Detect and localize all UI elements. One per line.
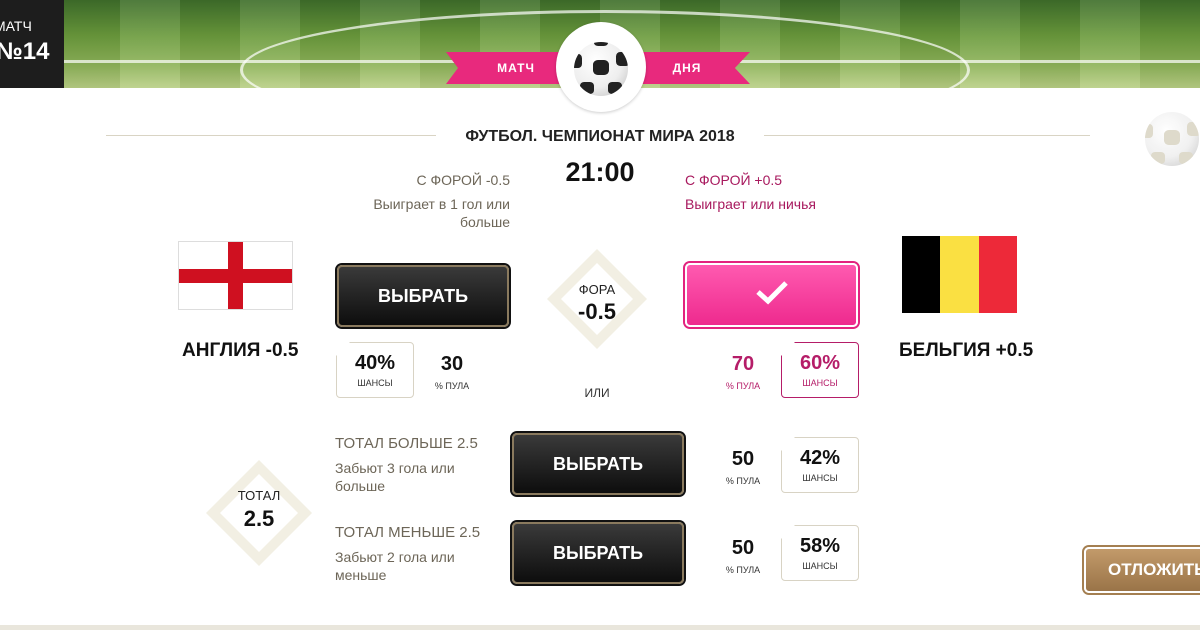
divider <box>764 135 1090 136</box>
select-total-over-button[interactable]: ВЫБРАТЬ <box>512 433 684 495</box>
handicap-value: -0.5 <box>578 299 616 324</box>
select-away-button[interactable] <box>685 263 858 327</box>
total-over-desc: Забьют 3 гола или больше <box>335 460 455 494</box>
england-flag <box>178 241 293 310</box>
home-pool-label: % ПУЛА <box>434 381 470 391</box>
total-under-pool-label: % ПУЛА <box>725 565 761 575</box>
home-pool: 30 % ПУЛА <box>422 353 482 391</box>
divider <box>106 135 436 136</box>
match-number: №14 <box>0 38 50 65</box>
home-handicap-label: С ФОРОЙ -0.5 <box>416 172 510 188</box>
away-chance-box: 60% ШАНСЫ <box>781 342 859 398</box>
home-handicap-desc: Выиграет в 1 гол или больше <box>373 196 510 230</box>
total-over-label: ТОТАЛ БОЛЬШЕ 2.5 <box>335 435 478 452</box>
soccer-ball-icon <box>574 42 628 96</box>
total-under-pool-value: 50 <box>731 537 755 559</box>
handicap-label: ФОРА <box>578 282 616 297</box>
home-chance-value: 40% <box>354 352 396 374</box>
away-pool-label: % ПУЛА <box>725 381 761 391</box>
total-under-chance-label: ШАНСЫ <box>802 561 838 571</box>
away-handicap-desc: Выиграет или ничья <box>685 196 816 212</box>
total-over-chance-value: 42% <box>799 447 841 469</box>
away-handicap-label: С ФОРОЙ +0.5 <box>685 172 783 188</box>
total-over-chance-label: ШАНСЫ <box>802 473 838 483</box>
total-under-pool: 50 % ПУЛА <box>713 537 773 575</box>
total-under-chance-box: 58% ШАНСЫ <box>781 525 859 581</box>
match-of-day-card: МАТЧ №14 МАТЧ ДНЯ ФУТБОЛ. ЧЕМПИОНАТ МИРА… <box>0 0 1200 630</box>
soccer-ball-icon <box>1145 112 1199 166</box>
total-over-pool-value: 50 <box>731 448 755 470</box>
away-chance-value: 60% <box>799 352 841 374</box>
home-chance-label: ШАНСЫ <box>357 378 393 388</box>
away-chance-label: ШАНСЫ <box>802 378 838 388</box>
belgium-flag <box>902 236 1017 313</box>
away-pool: 70 % ПУЛА <box>713 353 773 391</box>
total-over-pool-label: % ПУЛА <box>725 476 761 486</box>
away-team-name: БЕЛЬГИЯ +0.5 <box>899 340 1034 361</box>
total-under-desc: Забьют 2 гола или меньше <box>335 549 455 583</box>
total-under-chance-value: 58% <box>799 535 841 557</box>
home-team-name: АНГЛИЯ -0.5 <box>182 340 299 361</box>
select-total-under-button[interactable]: ВЫБРАТЬ <box>512 522 684 584</box>
postpone-button[interactable]: ОТЛОЖИТЬ <box>1084 547 1200 593</box>
total-value: 2.5 <box>243 506 275 531</box>
match-number-badge: МАТЧ №14 <box>0 0 64 88</box>
match-label: МАТЧ <box>0 18 32 34</box>
select-home-button[interactable]: ВЫБРАТЬ <box>337 265 509 327</box>
total-under-label: ТОТАЛ МЕНЬШЕ 2.5 <box>335 524 481 541</box>
bottom-bar <box>0 625 1200 630</box>
checkmark-icon <box>754 277 790 314</box>
event-title: ФУТБОЛ. ЧЕМПИОНАТ МИРА 2018 <box>465 128 735 145</box>
total-over-chance-box: 42% ШАНСЫ <box>781 437 859 493</box>
away-pool-value: 70 <box>731 353 755 375</box>
home-pool-value: 30 <box>440 353 464 375</box>
home-chance-box: 40% ШАНСЫ <box>336 342 414 398</box>
match-time: 21:00 <box>565 157 635 187</box>
or-label: ИЛИ <box>584 386 610 400</box>
total-over-pool: 50 % ПУЛА <box>713 448 773 486</box>
total-label: ТОТАЛ <box>237 488 281 503</box>
